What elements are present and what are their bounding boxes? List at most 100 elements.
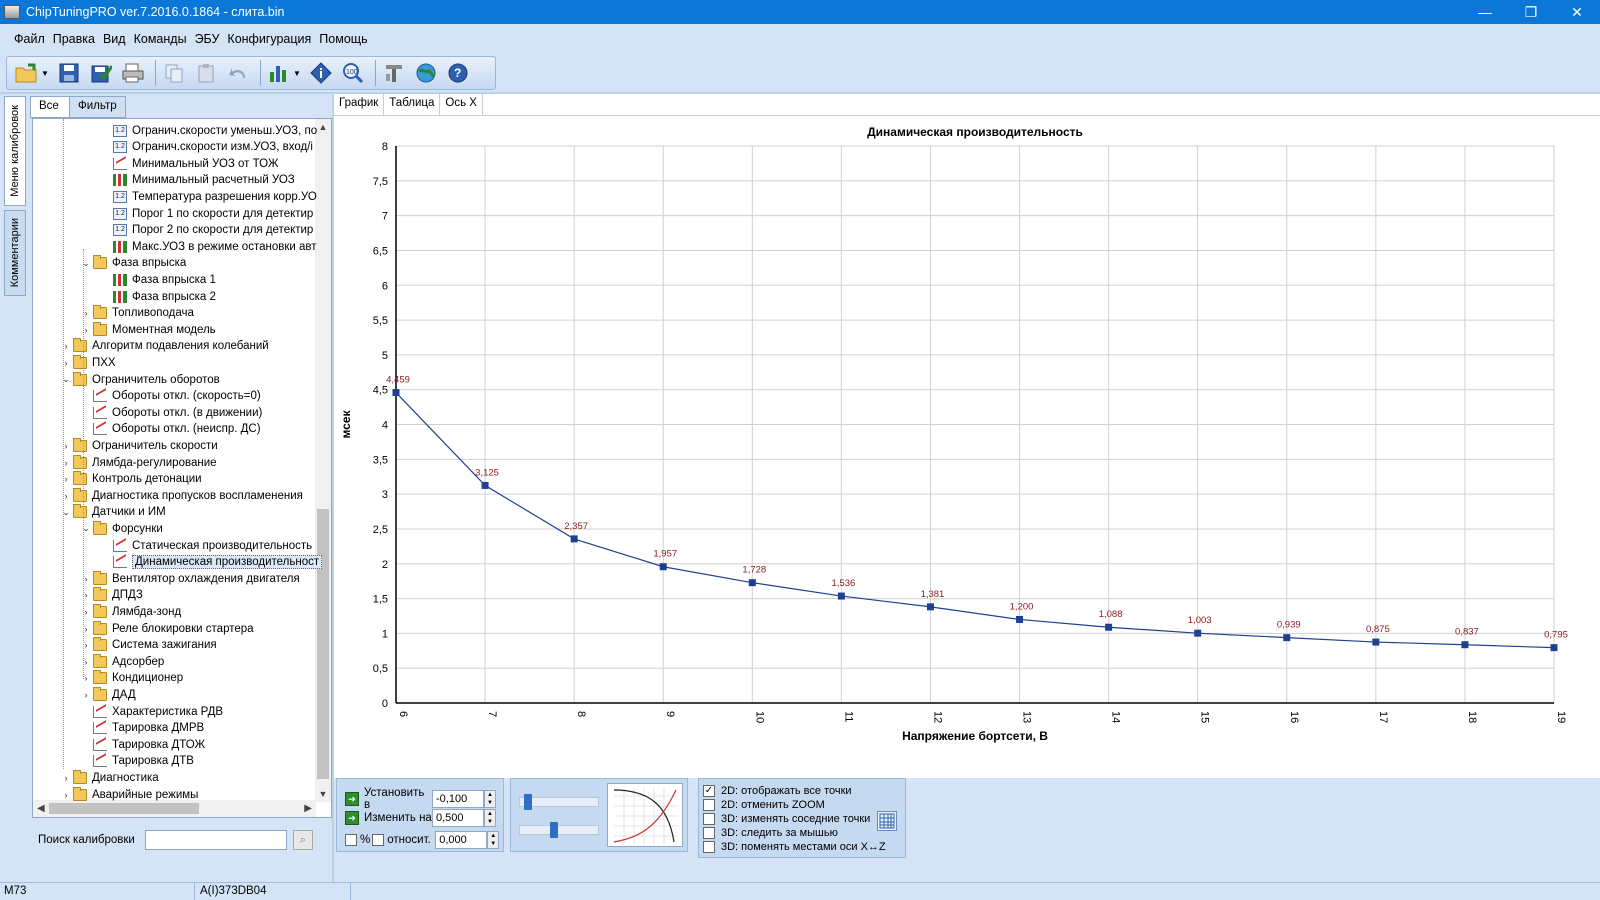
option-show-all-points-checkbox[interactable]: ✓ bbox=[703, 785, 715, 797]
copy-icon[interactable] bbox=[160, 59, 188, 87]
tree-folder[interactable]: › Адсорбер bbox=[79, 653, 164, 670]
search-icon[interactable]: ⌕ bbox=[292, 830, 313, 850]
minimize-button[interactable]: — bbox=[1462, 0, 1508, 24]
print-icon[interactable] bbox=[119, 59, 147, 87]
tab-axis-x[interactable]: Ось X bbox=[440, 94, 483, 115]
tree-item[interactable]: 1.2 Огранич.скорости изм.УОЗ, вход/і bbox=[99, 139, 313, 156]
tree-folder[interactable]: › Диагностика пропусков воспламенения bbox=[59, 487, 303, 504]
undo-icon[interactable] bbox=[224, 59, 252, 87]
change-by-arrow-icon[interactable]: ➜ bbox=[345, 811, 359, 825]
tree-item[interactable]: 1.2 Температура разрешения корр.УО bbox=[99, 188, 317, 205]
chart-svg[interactable]: Динамическая производительность 0 0,5 1 1,5 2… bbox=[336, 118, 1600, 778]
slider-top-knob[interactable] bbox=[523, 794, 532, 810]
tab-comments[interactable]: Комментарии bbox=[4, 210, 26, 296]
percent-checkbox[interactable] bbox=[345, 834, 357, 846]
curve-preview[interactable] bbox=[607, 783, 683, 847]
tree-folder[interactable]: › Моментная модель bbox=[79, 321, 216, 338]
menu-view[interactable]: Вид bbox=[99, 32, 130, 46]
tree-item[interactable]: Статическая производительность bbox=[99, 537, 312, 554]
tree-item[interactable]: Фаза впрыска 2 bbox=[99, 288, 216, 305]
tab-all[interactable]: Все bbox=[30, 96, 70, 118]
expand-icon[interactable]: › bbox=[59, 474, 73, 484]
relative-input[interactable]: 0,000 bbox=[435, 831, 488, 849]
tree-folder[interactable]: › Кондиционер bbox=[79, 670, 183, 687]
set-to-input[interactable]: -0,100 bbox=[432, 790, 484, 808]
option-swap-axes[interactable]: 3D: поменять местами оси X↔Z bbox=[703, 841, 886, 853]
collapse-icon[interactable]: ⌄ bbox=[59, 507, 73, 518]
chart-options-dropdown-icon[interactable]: ▼ bbox=[293, 69, 301, 78]
slider-bottom-knob[interactable] bbox=[550, 822, 559, 838]
restore-button[interactable]: ❐ bbox=[1508, 0, 1554, 24]
table-grid-icon[interactable] bbox=[877, 811, 897, 831]
expand-icon[interactable]: › bbox=[79, 607, 93, 617]
tree-item[interactable]: 1.2 Порог 1 по скорости для детектир bbox=[99, 205, 313, 222]
expand-icon[interactable]: › bbox=[59, 790, 73, 800]
expand-icon[interactable]: › bbox=[79, 690, 93, 700]
tree-item[interactable]: Обороты откл. (неиспр. ДС) bbox=[79, 421, 261, 438]
tree-folder[interactable]: ⌄ Датчики и ИМ bbox=[59, 504, 166, 521]
tree-item[interactable]: Обороты откл. (в движении) bbox=[79, 404, 262, 421]
collapse-icon[interactable]: ⌄ bbox=[79, 258, 93, 269]
web-icon[interactable] bbox=[412, 59, 440, 87]
option-follow-mouse[interactable]: 3D: следить за мышью bbox=[703, 827, 838, 839]
expand-icon[interactable]: › bbox=[79, 308, 93, 318]
tab-filter[interactable]: Фильтр bbox=[69, 96, 126, 118]
option-change-neighbors[interactable]: 3D: изменять соседние точки bbox=[703, 813, 870, 825]
slider-bottom[interactable] bbox=[519, 822, 599, 838]
scroll-down-icon[interactable]: ▼ bbox=[315, 786, 331, 802]
set-to-arrow-icon[interactable]: ➜ bbox=[345, 792, 359, 806]
tree-item[interactable]: 1.2 Порог 2 по скорости для детектир bbox=[99, 222, 313, 239]
tree-item[interactable]: Тарировка ДТВ bbox=[79, 753, 194, 770]
tree-item[interactable]: Макс.УОЗ в режиме остановки авт bbox=[99, 238, 317, 255]
scroll-thumb-horizontal[interactable] bbox=[49, 803, 199, 814]
collapse-icon[interactable]: ⌄ bbox=[59, 374, 73, 385]
tree-item[interactable]: 1.2 Огранич.скорости уменьш.УОЗ, по bbox=[99, 122, 317, 139]
tree-folder[interactable]: › Контроль детонации bbox=[59, 471, 202, 488]
set-to-spinner[interactable]: ▲ ▼ bbox=[484, 790, 496, 808]
tree-item[interactable]: Тарировка ДТОЖ bbox=[79, 736, 205, 753]
tree-folder[interactable]: › Вентилятор охлаждения двигателя bbox=[79, 570, 300, 587]
menu-edit[interactable]: Правка bbox=[49, 32, 99, 46]
scroll-left-icon[interactable]: ◀ bbox=[37, 803, 45, 814]
chart-area[interactable]: Динамическая производительность 0 0,5 1 1,5 2… bbox=[336, 118, 1600, 778]
tree-folder[interactable]: › Аварийные режимы bbox=[59, 786, 198, 803]
scroll-up-icon[interactable]: ▲ bbox=[315, 119, 331, 135]
expand-icon[interactable]: › bbox=[59, 441, 73, 451]
tree-folder[interactable]: › Диагностика bbox=[59, 769, 159, 786]
expand-icon[interactable]: › bbox=[59, 491, 73, 501]
option-follow-mouse-checkbox[interactable] bbox=[703, 827, 715, 839]
option-change-neighbors-checkbox[interactable] bbox=[703, 813, 715, 825]
tab-table[interactable]: Таблица bbox=[384, 94, 441, 115]
tree-folder[interactable]: ⌄ Фаза впрыска bbox=[79, 255, 186, 272]
expand-icon[interactable]: › bbox=[79, 574, 93, 584]
tab-calibration-menu[interactable]: Меню калибровок bbox=[4, 96, 26, 206]
tree-folder[interactable]: › Система зажигания bbox=[79, 637, 217, 654]
tree-item[interactable]: Минимальный расчетный УОЗ bbox=[99, 172, 295, 189]
open-icon[interactable] bbox=[13, 59, 41, 87]
expand-icon[interactable]: › bbox=[59, 458, 73, 468]
option-show-all-points[interactable]: ✓ 2D: отображать все точки bbox=[703, 785, 852, 797]
tools-icon[interactable] bbox=[380, 59, 408, 87]
tree-item[interactable]: Фаза впрыска 1 bbox=[99, 271, 216, 288]
change-by-label[interactable]: Изменить на bbox=[364, 812, 432, 824]
expand-icon[interactable]: › bbox=[59, 358, 73, 368]
menu-configuration[interactable]: Конфигурация bbox=[223, 32, 315, 46]
relative-checkbox[interactable] bbox=[372, 834, 385, 846]
slider-top[interactable] bbox=[519, 794, 599, 810]
tree-folder[interactable]: › Алгоритм подавления колебаний bbox=[59, 338, 269, 355]
option-swap-axes-checkbox[interactable] bbox=[703, 841, 715, 853]
expand-icon[interactable]: › bbox=[79, 640, 93, 650]
expand-icon[interactable]: › bbox=[79, 325, 93, 335]
tree-folder[interactable]: › ПХХ bbox=[59, 354, 116, 371]
expand-icon[interactable]: › bbox=[79, 590, 93, 600]
expand-icon[interactable]: › bbox=[79, 624, 93, 634]
scroll-thumb[interactable] bbox=[317, 509, 329, 779]
tree-folder[interactable]: › Реле блокировки стартера bbox=[79, 620, 254, 637]
info-icon[interactable] bbox=[307, 59, 335, 87]
tree-item[interactable]: Тарировка ДМРВ bbox=[79, 720, 204, 737]
close-button[interactable]: ✕ bbox=[1554, 0, 1600, 24]
tree-vertical-scrollbar[interactable]: ▲ ▼ bbox=[315, 119, 331, 802]
expand-icon[interactable]: › bbox=[79, 673, 93, 683]
expand-icon[interactable]: › bbox=[59, 773, 73, 783]
scroll-right-icon[interactable]: ▶ bbox=[304, 803, 312, 814]
